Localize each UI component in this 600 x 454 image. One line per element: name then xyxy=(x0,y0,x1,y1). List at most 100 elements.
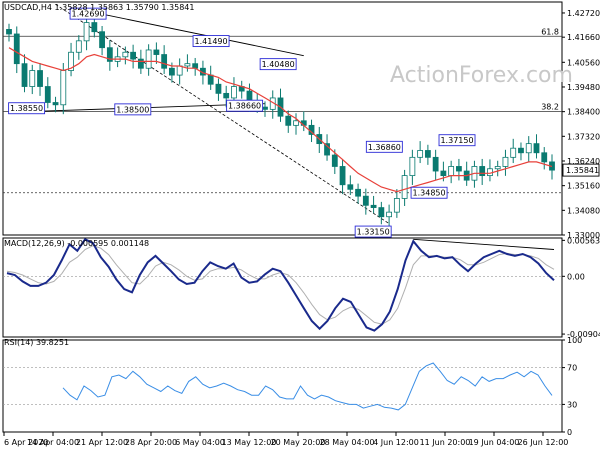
chart-svg: 1.427201.416601.405601.394801.384001.373… xyxy=(2,1,600,447)
rsi-y-tick-label: 100 xyxy=(567,336,582,345)
rsi-panel-title: RSI(14) 39.8251 xyxy=(4,338,69,347)
candle xyxy=(409,149,416,185)
candle-body xyxy=(393,198,400,213)
x-tick-label: 28 Apr 20:00 xyxy=(125,438,177,447)
candle xyxy=(479,158,486,185)
price-label-text: 1.33150 xyxy=(357,228,390,237)
candle-body xyxy=(37,70,43,87)
candle-body xyxy=(192,63,199,69)
candle-body xyxy=(285,115,292,126)
price-label: 1.40480 xyxy=(259,58,297,71)
candle-body xyxy=(440,170,447,177)
x-tick-label: 19 Jun 04:00 xyxy=(469,438,520,447)
candle-body xyxy=(184,63,191,67)
level-label: 61.8 xyxy=(541,27,559,36)
price-label-text: 1.36860 xyxy=(368,143,401,152)
candle-body xyxy=(424,150,431,158)
candle-body xyxy=(370,204,377,208)
macd-panel-frame xyxy=(2,237,563,338)
macd-line xyxy=(6,238,555,332)
candle-body xyxy=(75,40,82,53)
candle xyxy=(238,80,245,99)
candle xyxy=(106,40,113,71)
y-tick-label: 1.35160 xyxy=(567,182,600,191)
x-tick-label: 20 May 20:00 xyxy=(271,438,326,447)
candle xyxy=(518,142,524,161)
candle-body xyxy=(456,166,462,172)
rsi-line xyxy=(62,362,553,411)
candle xyxy=(192,57,199,76)
candle xyxy=(549,154,555,180)
candle-body xyxy=(223,92,230,99)
candle-body xyxy=(83,22,90,42)
price-label-text: 1.37150 xyxy=(440,136,473,145)
x-tick-label: 28 May 04:00 xyxy=(320,438,375,447)
candle-body xyxy=(347,184,354,190)
candle xyxy=(153,42,160,64)
price-label-text: 1.38550 xyxy=(10,104,43,113)
price-label-text: 1.38500 xyxy=(116,105,149,114)
price-label: 1.38550 xyxy=(8,102,46,115)
price-label: 1.38500 xyxy=(114,103,152,116)
x-tick-label: 13 May 12:00 xyxy=(222,438,277,447)
candle-body xyxy=(52,102,59,106)
candle xyxy=(176,58,183,85)
candle xyxy=(355,183,361,204)
x-tick-label: 11 Jun 20:00 xyxy=(420,438,471,447)
candle xyxy=(456,158,462,181)
candle xyxy=(300,111,307,132)
candle-body xyxy=(331,154,338,167)
candle xyxy=(339,158,346,195)
x-tick-label: 14 Apr 04:00 xyxy=(27,438,79,447)
candle xyxy=(487,159,493,182)
candle-body xyxy=(262,106,268,110)
candle xyxy=(161,45,168,74)
candle-body xyxy=(386,211,393,218)
candle xyxy=(417,141,424,164)
candle-body xyxy=(215,83,222,94)
candle-body xyxy=(502,156,509,167)
candle-body xyxy=(60,70,67,106)
candle-body xyxy=(339,166,346,186)
candle xyxy=(277,88,284,122)
candle-body xyxy=(494,166,501,170)
macd-signal-line xyxy=(6,245,555,325)
candle-body xyxy=(13,33,20,65)
candle-body xyxy=(401,175,408,199)
y-tick-label: 1.38400 xyxy=(567,108,600,117)
candle xyxy=(184,54,191,72)
candle-body xyxy=(137,58,144,69)
rsi-y-tick-label: 70 xyxy=(567,364,577,373)
candle-body xyxy=(176,65,183,76)
watermark-text: ActionForex.com xyxy=(390,63,573,88)
candle xyxy=(145,44,152,76)
candle xyxy=(393,189,400,218)
candle xyxy=(6,23,12,42)
candle-body xyxy=(153,49,160,55)
candle xyxy=(44,77,51,109)
candle-body xyxy=(21,63,28,87)
x-tick-label: 26 Jun 12:00 xyxy=(518,438,569,447)
candle-body xyxy=(479,166,486,177)
candle-body xyxy=(207,74,214,85)
candle xyxy=(269,90,276,119)
candle-body xyxy=(417,150,424,158)
macd-panel-title: MACD(12,26,9) -0.000595 0.001148 xyxy=(4,239,149,248)
price-label: 1.41490 xyxy=(192,35,230,48)
current-price-text: 1.35841 xyxy=(566,166,599,175)
price-label: 1.36860 xyxy=(365,140,403,153)
macd-divergence-line xyxy=(413,238,555,250)
rsi-y-tick-label: 0 xyxy=(567,428,572,437)
candle xyxy=(83,15,90,51)
price-label-text: 1.41490 xyxy=(195,37,228,46)
candle xyxy=(114,47,121,68)
candle-body xyxy=(145,49,152,69)
candle xyxy=(52,96,59,113)
y-tick-label: 1.34080 xyxy=(567,206,600,215)
candle-body xyxy=(541,152,548,163)
y-tick-label: 1.37320 xyxy=(567,132,600,141)
candle-body xyxy=(362,195,369,206)
price-label: 1.33150 xyxy=(354,225,392,238)
candle xyxy=(502,149,509,176)
current-price-marker: 1.35841 xyxy=(562,163,600,177)
